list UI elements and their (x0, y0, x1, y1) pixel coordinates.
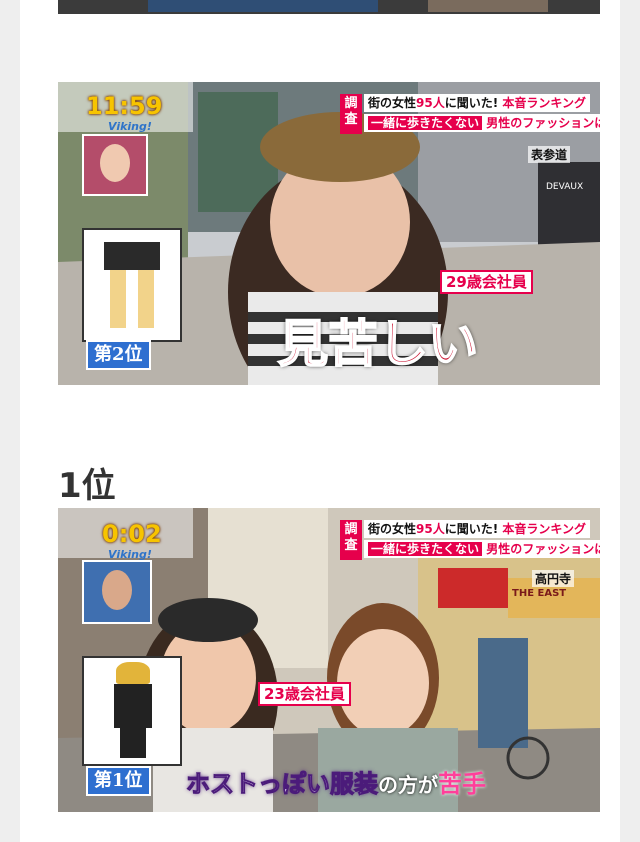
banner-highlight: 本音ランキング (502, 522, 587, 536)
location-label: 表参道 (528, 146, 571, 163)
illustration-leg-right (138, 270, 154, 328)
location-label: 高円寺 (532, 570, 575, 587)
host-face (100, 144, 130, 182)
broadcast-clock: 11:59 (86, 92, 163, 120)
host-portrait (82, 560, 152, 624)
section-heading-rank1: 1位 (58, 466, 116, 506)
image-strip (148, 0, 378, 12)
image-strip (428, 0, 548, 12)
banner-text: 男性のファッションは? (486, 116, 600, 130)
age-occupation-label: 23歳会社員 (258, 682, 351, 706)
illustration-legs (120, 728, 146, 758)
illustration-leg-left (110, 270, 126, 328)
survey-tag: 調査 (340, 94, 362, 134)
banner-text: 街の女性 (368, 96, 417, 110)
host-portrait (82, 134, 148, 196)
rank-badge: 第2位 (86, 340, 151, 370)
caption-main: ホストっぽい服装 (186, 770, 379, 799)
article-image-top-cropped (58, 0, 600, 14)
banner-count: 95人 (416, 96, 445, 110)
article-image-rank2: 11:59 Viking! 第2位 調査 街の女性95人に聞いた! 本音ランキン… (58, 82, 600, 385)
banner-title-line1: 街の女性95人に聞いた! 本音ランキング (364, 520, 591, 538)
banner-text: に聞いた! (444, 522, 499, 536)
rank-badge: 第1位 (86, 766, 151, 796)
illustration-panel (82, 656, 182, 766)
banner-count: 95人 (416, 522, 445, 536)
illustration-panel (82, 228, 182, 342)
illustration-suit (114, 684, 152, 728)
store-sign: DEVAUX (546, 182, 584, 192)
caption-end: 苦手 (438, 770, 486, 798)
banner-highlight: 本音ランキング (502, 96, 587, 110)
age-occupation-label: 29歳会社員 (440, 270, 533, 294)
caption-mid: の方が (378, 773, 438, 797)
illustration-shorts (104, 242, 160, 270)
banner-text: 街の女性 (368, 522, 417, 536)
banner-title-line2: 一緒に歩きたくない 男性のファッションは? (364, 114, 600, 132)
caption-telop: ホストっぽい服装の方が苦手 (186, 764, 487, 799)
viking-logo: Viking! (108, 120, 152, 133)
host-face (102, 570, 132, 610)
store-sign: THE EAST (512, 588, 567, 599)
banner-title-line1: 街の女性95人に聞いた! 本音ランキング (364, 94, 591, 112)
banner-highlight-box: 一緒に歩きたくない (368, 116, 483, 130)
banner-title-line2: 一緒に歩きたくない 男性のファッションは? (364, 540, 600, 558)
article-image-rank1: 0:02 Viking! 第1位 調査 街の女性95人に聞いた! 本音ランキング… (58, 508, 600, 812)
caption-telop: 見苦しい (277, 314, 479, 374)
banner-highlight-box: 一緒に歩きたくない (368, 542, 483, 556)
banner-text: に聞いた! (444, 96, 499, 110)
banner-text: 男性のファッションは? (486, 542, 600, 556)
illustration-hair (116, 662, 150, 684)
survey-tag: 調査 (340, 520, 362, 560)
broadcast-clock: 0:02 (102, 520, 162, 548)
